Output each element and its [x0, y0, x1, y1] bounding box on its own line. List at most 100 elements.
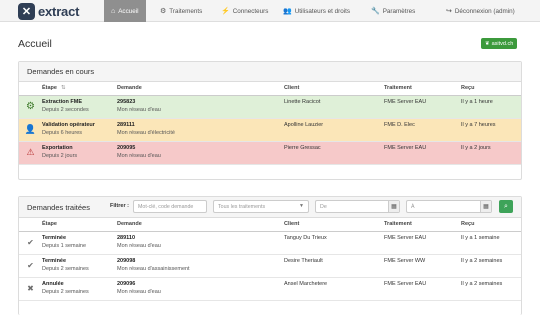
- received-time: Il y a 1 semaine: [461, 231, 521, 255]
- chevron-down-icon: ▼: [299, 203, 304, 209]
- processing-filter-select[interactable]: Tous les traitements ▼: [213, 200, 309, 213]
- step-duration: Depuis 2 semaines: [42, 265, 89, 272]
- col-recu[interactable]: Reçu: [461, 82, 521, 96]
- table-row[interactable]: ✔ Terminée Depuis 2 semaines 209098 Mon ré…: [19, 254, 521, 278]
- col-demande[interactable]: Demande: [117, 82, 284, 96]
- logo-text: extract: [38, 3, 80, 19]
- client-name: Desire Theriault: [284, 254, 384, 278]
- processed-requests-table: Étape Demande Client Traitement Reçu ✔ T…: [19, 218, 521, 301]
- request-id: 209095: [117, 144, 136, 151]
- search-button[interactable]: ⌕: [499, 200, 513, 213]
- calendar-icon[interactable]: ▦: [388, 201, 399, 212]
- request-id: 295823: [117, 98, 136, 105]
- table-row[interactable]: ⚙ Extraction FME Depuis 2 secondes 295823…: [19, 95, 521, 119]
- logo-mark-icon: ✕: [18, 2, 35, 20]
- process-name: FME Server EAU: [384, 277, 461, 301]
- client-name: Tanguy Du Trieux: [284, 231, 384, 255]
- col-etape[interactable]: Étape ⇅: [42, 82, 117, 96]
- received-time: Il y a 2 semaines: [461, 254, 521, 278]
- wrench-icon: 🔧: [371, 8, 380, 15]
- date-from-input[interactable]: De ▦: [315, 200, 400, 213]
- col-etape[interactable]: Étape: [42, 218, 117, 232]
- search-icon: ⌕: [504, 202, 508, 210]
- received-time: Il y a 1 heure: [461, 95, 521, 119]
- request-product: Mon réseau d'eau: [117, 288, 161, 295]
- nav-label: Traitements: [169, 7, 203, 15]
- current-requests-panel: Demandes en cours Étape ⇅ Demande Client …: [18, 61, 522, 180]
- current-requests-table: Étape ⇅ Demande Client Traitement Reçu ⚙ …: [19, 82, 521, 165]
- calendar-icon[interactable]: ▦: [480, 201, 491, 212]
- filter-label: Filtrer :: [110, 203, 129, 209]
- table-row[interactable]: 👤 Validation opérateur Depuis 6 heures 28…: [19, 118, 521, 142]
- process-name: FME Server WW: [384, 254, 461, 278]
- date-to-input[interactable]: À ▦: [406, 200, 492, 213]
- table-header-row: Étape Demande Client Traitement Reçu: [19, 218, 521, 232]
- nav-item-parametres[interactable]: 🔧 Paramètres: [371, 0, 415, 22]
- request-id: 209096: [117, 280, 136, 287]
- nav-label: Connecteurs: [232, 7, 269, 15]
- keyword-filter-input[interactable]: Mot-clé, code demande: [133, 200, 207, 213]
- request-id: 289111: [117, 121, 135, 128]
- nav-item-utilisateurs[interactable]: 👥 Utilisateurs et droits: [283, 0, 350, 22]
- process-name: FME Server EAU: [384, 141, 461, 165]
- received-time: Il y a 7 heures: [461, 118, 521, 142]
- request-product: Mon réseau d'assainissement: [117, 265, 190, 272]
- app-logo[interactable]: ✕ extract: [18, 2, 79, 20]
- panel-title: Demandes traitées: [27, 202, 90, 212]
- process-name: FME Server EAU: [384, 95, 461, 119]
- panel-heading: Demandes traitées Filtrer : Mot-clé, cod…: [19, 197, 521, 218]
- col-client[interactable]: Client: [284, 82, 384, 96]
- table-row[interactable]: ✔ Terminée Depuis 1 semaine 289110 Mon rés…: [19, 231, 521, 255]
- step-duration: Depuis 1 semaine: [42, 242, 87, 249]
- col-traitement[interactable]: Traitement: [384, 82, 461, 96]
- client-name: Apolline Lauzier: [284, 118, 384, 142]
- organization-badge[interactable]: ❦ asitvd.ch: [481, 38, 518, 49]
- client-name: Linette Racicot: [284, 95, 384, 119]
- col-traitement[interactable]: Traitement: [384, 218, 461, 232]
- plug-icon: ⚡: [221, 8, 230, 15]
- request-product: Mon réseau d'eau: [117, 242, 161, 249]
- request-product: Mon réseau d'électricité: [117, 129, 175, 136]
- col-client[interactable]: Client: [284, 218, 384, 232]
- client-name: Pierre Gressac: [284, 141, 384, 165]
- col-recu[interactable]: Reçu: [461, 218, 521, 232]
- user-icon: 👤: [24, 124, 37, 134]
- client-name: Ansel Marchetere: [284, 277, 384, 301]
- process-name: FME D. Elec: [384, 118, 461, 142]
- step-name: Terminée: [42, 257, 67, 264]
- step-name: Extraction FME: [42, 98, 83, 105]
- nav-item-accueil[interactable]: ⌂ Accueil: [104, 0, 146, 22]
- step-name: Exportation: [42, 144, 73, 151]
- nav-label: Utilisateurs et droits: [294, 7, 351, 15]
- leaf-icon: ❦: [485, 40, 490, 47]
- gear-icon: ⚙: [26, 101, 35, 112]
- check-icon: ✔: [27, 261, 34, 270]
- nav-label: Accueil: [118, 7, 139, 15]
- processed-requests-panel: Demandes traitées Filtrer : Mot-clé, cod…: [18, 196, 522, 315]
- sort-icon: ⇅: [60, 85, 66, 92]
- times-icon: ✖: [27, 284, 34, 293]
- gears-icon: ⚙: [160, 8, 167, 15]
- panel-heading: Demandes en cours: [19, 62, 521, 82]
- table-row[interactable]: ✖ Annulée Depuis 2 semaines 209096 Mon rés…: [19, 277, 521, 301]
- step-duration: Depuis 2 semaines: [42, 288, 89, 295]
- request-id: 289110: [117, 234, 136, 241]
- step-name: Annulée: [42, 280, 64, 287]
- page-title: Accueil: [18, 38, 52, 50]
- nav-label: Paramètres: [382, 7, 416, 15]
- col-demande[interactable]: Demande: [117, 218, 284, 232]
- step-name: Validation opérateur: [42, 121, 95, 128]
- process-name: FME Server EAU: [384, 231, 461, 255]
- step-duration: Depuis 2 jours: [42, 152, 78, 159]
- request-id: 209098: [117, 257, 136, 264]
- step-duration: Depuis 2 secondes: [42, 106, 89, 113]
- nav-item-connecteurs[interactable]: ⚡ Connecteurs: [221, 0, 268, 22]
- nav-item-deconnexion[interactable]: ↪ Déconnexion (admin): [446, 0, 515, 22]
- check-icon: ✔: [27, 238, 34, 247]
- top-navbar: ✕ extract ⌂ Accueil ⚙ Traitements ⚡ Conn…: [0, 0, 540, 22]
- table-row[interactable]: ⚠ Exportation Depuis 2 jours 209095 Mon ré…: [19, 141, 521, 165]
- sign-out-icon: ↪: [446, 8, 452, 15]
- badge-label: asitvd.ch: [491, 40, 514, 47]
- nav-item-traitements[interactable]: ⚙ Traitements: [160, 0, 202, 22]
- warning-icon: ⚠: [26, 147, 35, 157]
